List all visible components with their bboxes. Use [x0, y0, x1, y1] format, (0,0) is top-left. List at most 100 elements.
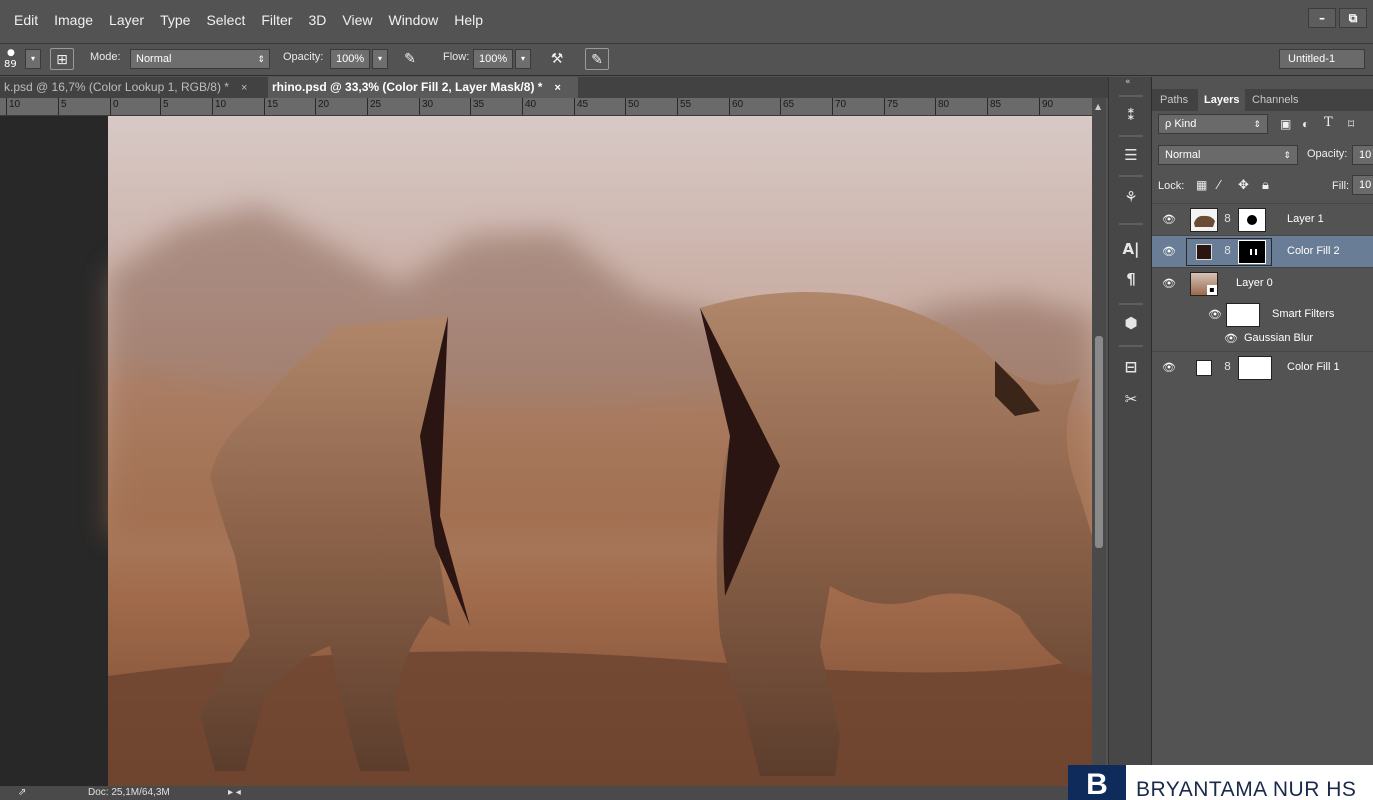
ruler-tick: 80	[935, 98, 949, 115]
opacity-label: Opacity:	[1307, 148, 1348, 160]
status-share-icon[interactable]: ⇗	[18, 786, 26, 800]
paragraph-panel-icon[interactable]: ¶	[1119, 267, 1143, 291]
layer-row-layer-1[interactable]: 👁︎ 8 Layer 1	[1152, 203, 1373, 235]
character-panel-icon[interactable]: A|	[1119, 237, 1143, 261]
brush-preset-picker[interactable]: ● 89	[2, 48, 24, 72]
close-tab-icon[interactable]: ×	[241, 82, 247, 94]
layer-row-color-fill-1[interactable]: 👁︎ 8 Color Fill 1	[1152, 351, 1373, 383]
layer-mask-thumbnail	[1238, 208, 1266, 232]
filter-shape-icon[interactable]: ⌑	[1348, 117, 1354, 131]
menu-filter[interactable]: Filter	[253, 12, 300, 28]
ruler-tick: 10	[6, 98, 20, 115]
lock-position-icon[interactable]: ✥	[1238, 177, 1249, 193]
layer-row-layer-0[interactable]: 👁︎ ▪ Layer 0	[1152, 267, 1373, 299]
layer-fill-field[interactable]: 10	[1352, 175, 1373, 195]
pressure-size-icon[interactable]: ✎	[585, 48, 609, 70]
filter-kind-value: ρ Kind	[1165, 118, 1197, 130]
mode-value: Normal	[136, 53, 172, 65]
fill-color-thumbnail	[1196, 360, 1212, 376]
select-arrows-icon: ⇕	[1253, 119, 1261, 129]
panel-tabs: Paths Layers Channels	[1152, 89, 1373, 111]
brush-presets-panel-icon[interactable]: ⚘	[1119, 185, 1143, 209]
menu-window[interactable]: Window	[380, 12, 446, 28]
filter-pixel-icon[interactable]: ▣	[1280, 117, 1291, 131]
layer-row-color-fill-2[interactable]: 👁︎ 8 Color Fill 2	[1152, 235, 1373, 267]
adjustments-panel-icon[interactable]: ☰	[1119, 143, 1143, 167]
strip-divider	[1119, 223, 1143, 225]
link-chain-icon[interactable]: 8	[1224, 244, 1231, 257]
menu-layer[interactable]: Layer	[101, 12, 152, 28]
visibility-eye-icon[interactable]: 👁︎	[1162, 213, 1176, 227]
history-panel-icon[interactable]: ⁑	[1119, 103, 1143, 127]
layer-opacity-field[interactable]: 10	[1352, 145, 1373, 165]
scroll-thumb[interactable]	[1095, 336, 1103, 548]
ruler-tick: 30	[419, 98, 433, 115]
ruler-tick: 20	[315, 98, 329, 115]
layer-row-gaussian-blur[interactable]: 👁︎ Gaussian Blur	[1152, 327, 1373, 351]
watermark-logo: B	[1068, 765, 1126, 800]
expand-panels-icon[interactable]: «	[1125, 77, 1131, 87]
filter-type-icon[interactable]: T	[1324, 115, 1333, 130]
tab-paths[interactable]: Paths	[1154, 89, 1194, 111]
ruler-tick: 10	[212, 98, 226, 115]
document-canvas-area[interactable]	[0, 116, 1092, 786]
menu-3d[interactable]: 3D	[300, 12, 334, 28]
visibility-eye-icon[interactable]: 👁︎	[1208, 308, 1222, 322]
flow-dropdown[interactable]: ▾	[515, 49, 531, 69]
mode-select[interactable]: Normal ⇕	[130, 49, 270, 69]
filter-adjustment-icon[interactable]: ◐	[1302, 117, 1309, 131]
visibility-eye-icon[interactable]: 👁︎	[1162, 245, 1176, 259]
menu-help[interactable]: Help	[446, 12, 491, 28]
tab-layers[interactable]: Layers	[1198, 89, 1246, 111]
workspace-select[interactable]: Untitled-1	[1279, 49, 1365, 69]
layer-mask-thumbnail	[1238, 356, 1272, 380]
lock-pixels-icon[interactable]: ⁄	[1218, 177, 1220, 192]
window-controls: – ⧉	[1308, 8, 1367, 28]
menu-view[interactable]: View	[334, 12, 380, 28]
blend-mode-select[interactable]: Normal ⇕	[1158, 145, 1298, 165]
menu-image[interactable]: Image	[46, 12, 101, 28]
tab-channels[interactable]: Channels	[1246, 89, 1304, 111]
layer-thumbnail	[1190, 208, 1218, 232]
opacity-field[interactable]: 100%	[330, 49, 370, 69]
visibility-eye-icon[interactable]: 👁︎	[1162, 277, 1176, 291]
opacity-dropdown[interactable]: ▾	[372, 49, 388, 69]
visibility-eye-icon[interactable]: 👁︎	[1162, 361, 1176, 375]
pressure-opacity-icon[interactable]: ✎	[398, 48, 422, 70]
vertical-scrollbar[interactable]: ▲	[1092, 98, 1106, 786]
flow-field[interactable]: 100%	[473, 49, 513, 69]
scroll-up-icon[interactable]: ▲	[1095, 102, 1101, 111]
menu-type[interactable]: Type	[152, 12, 198, 28]
rhino-artwork-canvas[interactable]	[0, 116, 1092, 786]
close-tab-icon[interactable]: ×	[554, 82, 560, 94]
brush-panel-toggle-icon[interactable]: ⊞	[50, 48, 74, 70]
tool-presets-panel-icon[interactable]: ✂	[1119, 387, 1143, 411]
doc-tab-label: rhino.psd @ 33,3% (Color Fill 2, Layer M…	[272, 80, 543, 94]
layer-filter-kind[interactable]: ρ Kind ⇕	[1158, 114, 1268, 134]
properties-panel-icon[interactable]: ⊟	[1119, 355, 1143, 379]
menu-edit[interactable]: Edit	[6, 12, 46, 28]
lock-transparency-icon[interactable]: ▦	[1196, 178, 1207, 192]
airbrush-icon[interactable]: ⚒	[545, 48, 569, 70]
layer-name: Smart Filters	[1272, 308, 1335, 320]
doc-size-info[interactable]: Doc: 25,1M/64,3M	[88, 786, 170, 800]
smart-filter-mask-thumbnail	[1226, 303, 1260, 327]
minimize-button[interactable]: –	[1308, 8, 1336, 28]
ruler-tick: 5	[58, 98, 67, 115]
restore-button[interactable]: ⧉	[1339, 8, 1367, 28]
3d-panel-icon[interactable]: ⬢	[1119, 311, 1143, 335]
menu-select[interactable]: Select	[198, 12, 253, 28]
ruler-tick: 75	[884, 98, 898, 115]
lock-all-icon[interactable]: 🔒︎	[1262, 177, 1269, 193]
brush-preset-dropdown[interactable]: ▾	[25, 49, 41, 69]
menu-items: Edit Image Layer Type Select Filter 3D V…	[6, 12, 491, 28]
doc-tab-color-lookup[interactable]: k.psd @ 16,7% (Color Lookup 1, RGB/8) * ×	[0, 77, 265, 98]
link-chain-icon[interactable]: 8	[1224, 212, 1231, 225]
ruler-tick: 35	[470, 98, 484, 115]
doc-tab-rhino[interactable]: rhino.psd @ 33,3% (Color Fill 2, Layer M…	[268, 77, 578, 98]
visibility-eye-icon[interactable]: 👁︎	[1224, 332, 1238, 346]
status-arrow-icon[interactable]: ▸ ◂	[228, 786, 241, 800]
link-chain-icon[interactable]: 8	[1224, 360, 1231, 373]
ruler-tick: 70	[832, 98, 846, 115]
select-arrows-icon: ⇕	[1283, 150, 1291, 160]
